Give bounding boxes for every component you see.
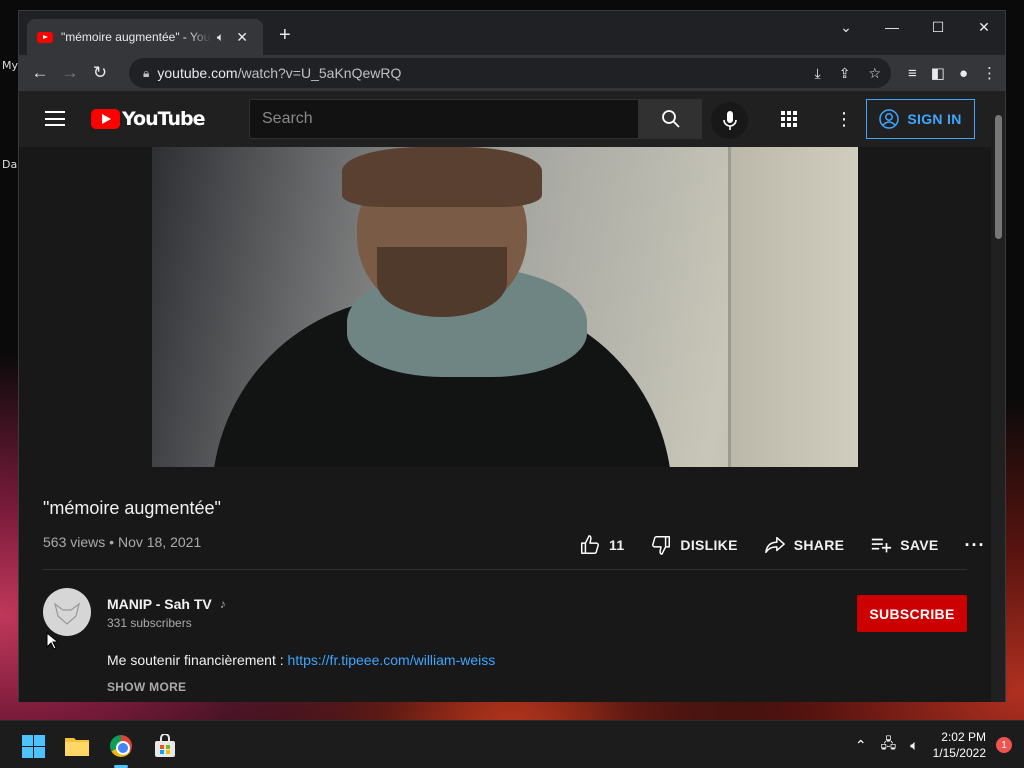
video-actions: 11 DISLIKE SHARE SAVE ··· xyxy=(579,532,986,558)
windows-taskbar: ⌃ 🖧︎ 🔈︎ 2:02 PM 1/15/2022 1 xyxy=(0,720,1024,768)
network-icon[interactable]: 🖧︎ xyxy=(881,733,897,757)
bookmark-star-icon[interactable]: ☆ xyxy=(868,65,881,82)
divider xyxy=(43,569,967,570)
desktop-icon-label[interactable]: Da xyxy=(2,158,17,171)
store-button[interactable] xyxy=(148,729,182,763)
clock[interactable]: 2:02 PM 1/15/2022 xyxy=(933,729,986,761)
browser-toolbar: ← → ↻ 🔒︎ youtube.com/watch?v=U_5aKnQewRQ… xyxy=(19,55,1005,91)
tab-search-icon[interactable]: ⌄ xyxy=(831,19,861,36)
playlist-add-icon xyxy=(872,538,892,553)
install-app-icon[interactable]: ⤓ xyxy=(815,65,821,82)
channel-avatar[interactable] xyxy=(43,588,91,636)
volume-icon[interactable]: 🔈︎ xyxy=(910,737,918,754)
channel-name[interactable]: MANIP - Sah TV ♪ xyxy=(107,596,226,612)
start-button[interactable] xyxy=(16,729,50,763)
share-icon[interactable]: ⇪ xyxy=(839,65,851,82)
description-link[interactable]: https://fr.tipeee.com/william-weiss xyxy=(288,652,496,668)
profile-icon[interactable]: ● xyxy=(959,65,968,82)
account-circle-icon xyxy=(879,109,900,129)
sign-in-button[interactable]: SIGN IN xyxy=(866,99,975,139)
desktop-icon-label[interactable]: My xyxy=(2,59,18,72)
media-control-icon[interactable]: ≡ xyxy=(908,65,917,82)
subscribe-button[interactable]: SUBSCRIBE xyxy=(857,595,967,632)
address-bar[interactable]: 🔒︎ youtube.com/watch?v=U_5aKnQewRQ ⤓ ⇪ ☆ xyxy=(129,58,891,88)
tab-title: "mémoire augmentée" - YouTube xyxy=(61,30,211,44)
side-panel-icon[interactable]: ◧ xyxy=(931,64,945,82)
video-description: Me soutenir financièrement : https://fr.… xyxy=(107,652,496,668)
chrome-taskbar-button[interactable] xyxy=(104,729,138,763)
microphone-icon xyxy=(722,110,737,130)
share-arrow-icon xyxy=(764,536,785,554)
fox-logo-icon xyxy=(54,602,80,625)
menu-icon[interactable] xyxy=(45,111,65,126)
show-more-button[interactable]: SHOW MORE xyxy=(107,680,186,694)
video-player[interactable] xyxy=(152,147,858,467)
new-tab-button[interactable]: + xyxy=(279,25,291,45)
thumbs-up-icon xyxy=(581,535,599,554)
reload-button[interactable]: ↻ xyxy=(85,58,115,88)
video-meta: 563 views • Nov 18, 2021 xyxy=(43,534,202,550)
page-scrollbar[interactable] xyxy=(991,91,1005,702)
store-bag-icon xyxy=(155,734,175,757)
voice-search-button[interactable] xyxy=(711,102,748,139)
notification-badge[interactable]: 1 xyxy=(996,737,1012,753)
chrome-menu-icon[interactable]: ⋮ xyxy=(982,64,997,82)
like-button[interactable]: 11 xyxy=(579,534,624,556)
scrollbar-thumb[interactable] xyxy=(995,115,1002,239)
maximize-button[interactable]: ☐ xyxy=(923,19,953,36)
mouse-cursor-icon xyxy=(46,632,58,650)
search-icon xyxy=(661,110,680,128)
close-window-button[interactable]: ✕ xyxy=(969,19,999,36)
speaker-icon[interactable]: 🔈︎ xyxy=(217,30,224,45)
search-button[interactable] xyxy=(639,99,702,139)
back-button[interactable]: ← xyxy=(25,58,55,88)
page-viewport: YouTube Search ⋮ SIGN IN "mémoire augmen… xyxy=(19,91,1005,702)
more-actions-icon[interactable]: ··· xyxy=(965,535,986,556)
youtube-logo[interactable]: YouTube xyxy=(91,108,205,130)
lock-icon[interactable]: 🔒︎ xyxy=(143,66,149,81)
music-note-icon: ♪ xyxy=(219,597,226,611)
youtube-play-icon xyxy=(91,109,120,129)
dislike-button[interactable]: DISLIKE xyxy=(650,534,737,556)
file-explorer-button[interactable] xyxy=(60,729,94,763)
system-tray: ⌃ 🖧︎ 🔈︎ 2:02 PM 1/15/2022 1 xyxy=(855,721,1024,768)
chevron-up-icon[interactable]: ⌃ xyxy=(855,737,867,754)
youtube-header: YouTube Search ⋮ SIGN IN xyxy=(19,91,991,147)
windows-logo-icon xyxy=(21,734,45,758)
share-button[interactable]: SHARE xyxy=(764,534,845,556)
chrome-icon xyxy=(110,735,132,757)
folder-icon xyxy=(65,738,89,756)
chrome-window: "mémoire augmentée" - YouTube 🔈︎ ✕ + ⌄ —… xyxy=(18,10,1006,702)
thumbs-down-icon xyxy=(652,536,671,555)
youtube-favicon-icon xyxy=(37,31,53,43)
url-text: youtube.com/watch?v=U_5aKnQewRQ xyxy=(157,65,402,81)
settings-more-icon[interactable]: ⋮ xyxy=(835,109,853,129)
browser-tab-active[interactable]: "mémoire augmentée" - YouTube 🔈︎ ✕ xyxy=(27,19,263,55)
close-tab-icon[interactable]: ✕ xyxy=(236,29,248,46)
apps-grid-icon[interactable] xyxy=(781,111,797,127)
forward-button[interactable]: → xyxy=(55,58,85,88)
minimize-button[interactable]: — xyxy=(877,19,907,35)
subscriber-count: 331 subscribers xyxy=(107,616,192,630)
tab-strip: "mémoire augmentée" - YouTube 🔈︎ ✕ + ⌄ —… xyxy=(19,11,1005,55)
search-input[interactable]: Search xyxy=(249,99,639,139)
video-title: "mémoire augmentée" xyxy=(43,498,221,518)
save-button[interactable]: SAVE xyxy=(870,534,938,556)
